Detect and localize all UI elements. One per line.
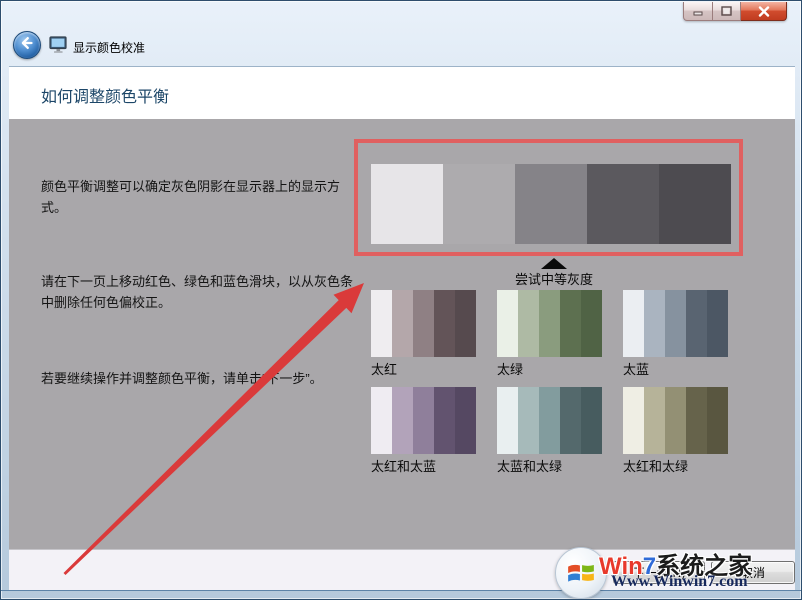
color-stripe xyxy=(371,387,392,454)
minimize-icon xyxy=(693,7,703,16)
color-stripe xyxy=(581,387,602,454)
swatch-sample: 太红和太绿 xyxy=(623,387,728,475)
window-frame-line xyxy=(1,590,802,591)
swatch-stripes xyxy=(623,290,728,357)
gray-balance-strip xyxy=(371,164,731,244)
swatch-sample: 太绿 xyxy=(497,290,602,378)
color-stripe xyxy=(518,387,539,454)
color-stripe xyxy=(587,164,659,244)
color-stripe xyxy=(371,290,392,357)
window-controls xyxy=(683,2,787,21)
color-stripe xyxy=(644,290,665,357)
pointer-label: 尝试中等灰度 xyxy=(471,269,637,288)
color-stripe xyxy=(686,290,707,357)
swatch-grid: 太红 太绿 太蓝太红和太蓝 太蓝和太绿 太红和太绿 xyxy=(371,290,728,475)
maximize-button[interactable] xyxy=(713,2,741,21)
swatch-stripes xyxy=(371,290,476,357)
color-stripe xyxy=(644,387,665,454)
close-icon xyxy=(758,6,770,17)
color-stripe xyxy=(707,387,728,454)
color-stripe xyxy=(539,387,560,454)
instruction-paragraph-2: 请在下一页上移动红色、绿色和蓝色滑块，以从灰色条中删除任何色偏校正。 xyxy=(41,271,363,313)
color-stripe xyxy=(707,290,728,357)
color-stripe xyxy=(434,290,455,357)
swatch-label: 太蓝 xyxy=(623,362,728,378)
swatch-stripes xyxy=(497,387,602,454)
next-button[interactable]: 下一步(N) xyxy=(613,561,705,584)
color-stripe xyxy=(413,290,434,357)
swatch-sample: 太红 xyxy=(371,290,476,378)
heading-band: 如何调整颜色平衡 xyxy=(9,66,795,119)
color-stripe xyxy=(497,290,518,357)
color-stripe xyxy=(455,290,476,357)
color-stripe xyxy=(686,387,707,454)
back-button[interactable] xyxy=(13,31,41,59)
display-color-calibration-window: 显示颜色校准 如何调整颜色平衡 颜色平衡调整可以确定灰色阴影在显示器上的显示方式… xyxy=(0,0,802,600)
color-stripe xyxy=(560,290,581,357)
maximize-icon xyxy=(721,6,732,16)
color-stripe xyxy=(518,290,539,357)
color-stripe xyxy=(623,387,644,454)
color-stripe xyxy=(392,290,413,357)
instruction-paragraph-1: 颜色平衡调整可以确定灰色阴影在显示器上的显示方式。 xyxy=(41,176,363,218)
swatch-sample: 太蓝和太绿 xyxy=(497,387,602,475)
color-stripe xyxy=(455,387,476,454)
display-monitor-icon xyxy=(49,36,68,54)
cancel-button[interactable]: 取消 xyxy=(711,561,795,584)
swatch-stripes xyxy=(623,387,728,454)
content-area: 颜色平衡调整可以确定灰色阴影在显示器上的显示方式。 请在下一页上移动红色、绿色和… xyxy=(9,119,795,549)
footer-bar: 下一步(N) 取消 xyxy=(9,549,795,590)
swatch-label: 太红和太绿 xyxy=(623,459,728,475)
swatch-label: 太红 xyxy=(371,362,476,378)
color-stripe xyxy=(665,387,686,454)
color-stripe xyxy=(392,387,413,454)
swatch-sample: 太红和太蓝 xyxy=(371,387,476,475)
page-title: 如何调整颜色平衡 xyxy=(41,83,169,107)
color-stripe xyxy=(443,164,515,244)
instruction-paragraph-3: 若要继续操作并调整颜色平衡，请单击“下一步”。 xyxy=(41,368,363,389)
swatch-stripes xyxy=(371,387,476,454)
color-stripe xyxy=(515,164,587,244)
color-stripe xyxy=(560,387,581,454)
swatch-label: 太绿 xyxy=(497,362,602,378)
swatch-stripes xyxy=(497,290,602,357)
color-stripe xyxy=(497,387,518,454)
color-stripe xyxy=(581,290,602,357)
color-stripe xyxy=(413,387,434,454)
color-stripe xyxy=(371,164,443,244)
color-stripe xyxy=(434,387,455,454)
color-stripe xyxy=(665,290,686,357)
back-arrow-icon xyxy=(17,33,37,58)
swatch-sample: 太蓝 xyxy=(623,290,728,378)
color-stripe xyxy=(623,290,644,357)
swatch-label: 太红和太蓝 xyxy=(371,459,476,475)
swatch-label: 太蓝和太绿 xyxy=(497,459,602,475)
pointer-triangle-icon xyxy=(541,258,567,269)
color-stripe xyxy=(539,290,560,357)
minimize-button[interactable] xyxy=(683,2,713,21)
close-button[interactable] xyxy=(741,2,787,21)
color-stripe xyxy=(659,164,731,244)
breadcrumb-title: 显示颜色校准 xyxy=(73,39,145,56)
